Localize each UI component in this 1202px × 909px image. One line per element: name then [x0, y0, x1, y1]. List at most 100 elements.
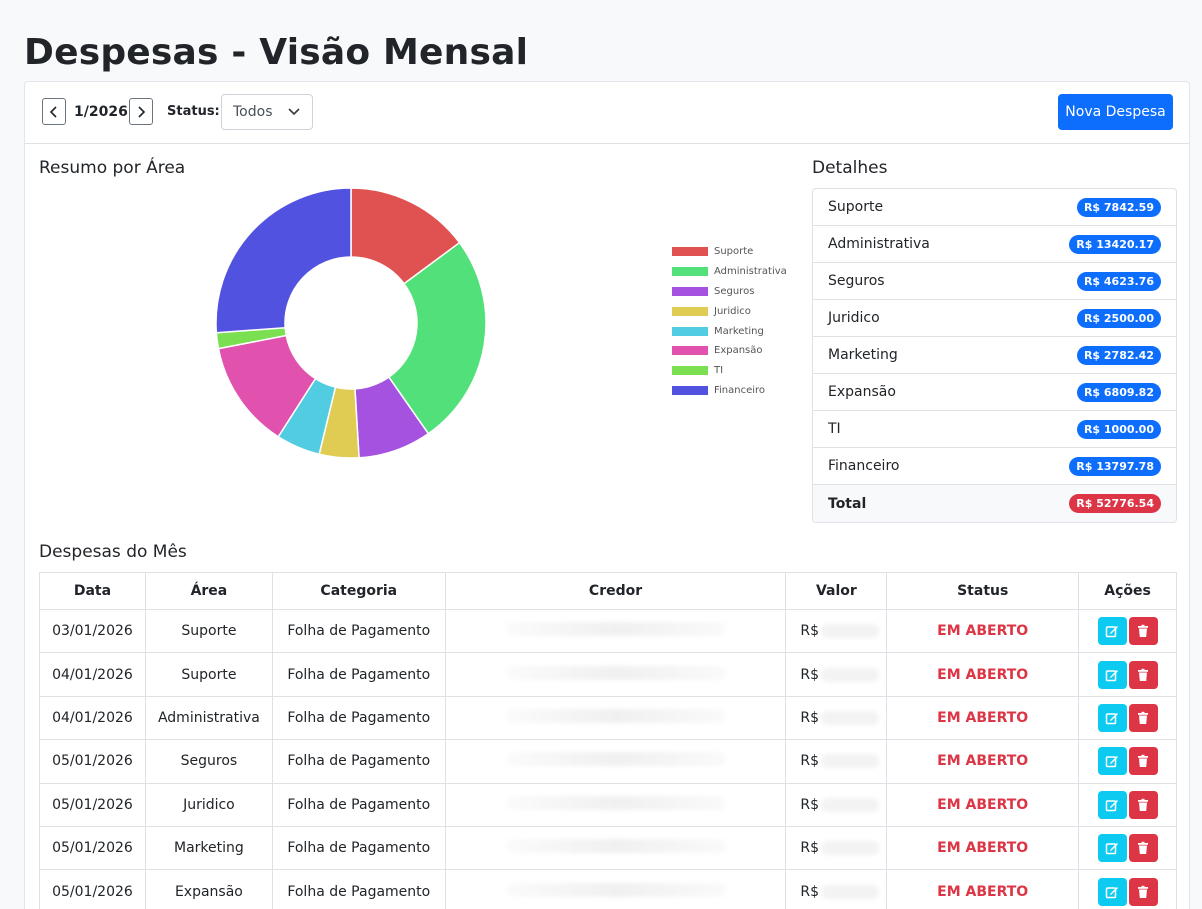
detail-row-administrativa: Administrativa R$ 13420.17 [813, 226, 1176, 263]
detail-row-expansao: Expansão R$ 6809.82 [813, 374, 1176, 411]
legend-item[interactable]: Administrativa [672, 262, 787, 282]
column-header-status[interactable]: Status [886, 572, 1080, 610]
redacted-credor [505, 752, 726, 767]
cell-status: EM ABERTO [886, 869, 1080, 909]
redacted-valor [821, 667, 880, 682]
cell-valor: R$ [785, 608, 888, 654]
legend-label: Financeiro [714, 384, 766, 396]
detail-value-badge: R$ 4623.76 [1076, 271, 1161, 291]
legend-item[interactable]: TI [672, 361, 787, 381]
details-list: Suporte R$ 7842.59 Administrativa R$ 134… [812, 188, 1177, 523]
delete-button[interactable] [1128, 660, 1158, 689]
month-label: 1/2026 [74, 104, 128, 120]
cell-data: 04/01/2026 [39, 695, 146, 741]
cell-area: Juridico [144, 782, 273, 827]
table-row: 05/01/2026 Marketing Folha de Pagamento R$ E… [39, 825, 1177, 871]
prev-month-button[interactable] [42, 98, 66, 125]
status-select[interactable]: Todos [221, 94, 313, 130]
cell-valor: R$ [785, 739, 888, 784]
next-month-button[interactable] [129, 98, 153, 125]
edit-button[interactable] [1097, 877, 1127, 906]
currency-label: R$ [800, 753, 820, 770]
delete-button[interactable] [1128, 790, 1158, 819]
legend-item[interactable]: Expansão [672, 341, 787, 361]
trash-icon [1138, 885, 1149, 898]
cell-status: EM ABERTO [886, 782, 1080, 827]
legend-label: Juridico [714, 305, 751, 317]
detail-label: Marketing [828, 347, 898, 363]
cell-area: Suporte [144, 608, 273, 654]
cell-credor [444, 825, 787, 871]
legend-item[interactable]: Suporte [672, 242, 787, 262]
currency-label: R$ [800, 709, 820, 726]
legend-item[interactable]: Juridico [672, 301, 787, 321]
legend-swatch [672, 247, 708, 257]
delete-button[interactable] [1128, 617, 1158, 646]
edit-icon [1105, 843, 1119, 855]
currency-label: R$ [800, 623, 820, 640]
detail-value-badge: R$ 13797.78 [1069, 456, 1161, 476]
total-value-badge: R$ 52776.54 [1069, 494, 1161, 513]
table-row: 05/01/2026 Seguros Folha de Pagamento R$ EM … [39, 739, 1177, 784]
cell-acoes [1078, 825, 1177, 871]
column-header-data[interactable]: Data [39, 572, 146, 610]
details-title: Detalhes [812, 158, 888, 178]
expenses-title: Despesas do Mês [39, 542, 187, 562]
currency-label: R$ [800, 883, 820, 900]
currency-label: R$ [800, 666, 820, 683]
trash-icon [1138, 841, 1149, 855]
detail-value-badge: R$ 6809.82 [1076, 382, 1161, 402]
legend-item[interactable]: Marketing [672, 321, 787, 341]
summary-title: Resumo por Área [39, 158, 186, 178]
legend-label: Administrativa [714, 266, 787, 278]
cell-credor [444, 782, 787, 827]
cell-area: Seguros [144, 739, 273, 784]
chevron-left-icon [49, 105, 57, 118]
cell-area: Administrativa [144, 695, 273, 741]
legend-label: Suporte [714, 246, 754, 258]
edit-button[interactable] [1097, 703, 1127, 732]
cell-categoria: Folha de Pagamento [271, 869, 446, 909]
edit-button[interactable] [1097, 747, 1127, 776]
delete-button[interactable] [1128, 703, 1158, 732]
column-header-acoes: Ações [1078, 572, 1177, 610]
column-header-categoria[interactable]: Categoria [271, 572, 446, 610]
status-filter-label: Status: [167, 104, 220, 119]
legend-item[interactable]: Financeiro [672, 381, 787, 401]
chart-legend: Suporte Administrativa Seguros Juridico Mark… [672, 242, 787, 400]
edit-button[interactable] [1097, 834, 1127, 863]
table-row: 03/01/2026 Suporte Folha de Pagamento R$ EM … [39, 608, 1177, 654]
edit-icon [1105, 712, 1119, 725]
new-expense-button[interactable]: Nova Despesa [1058, 94, 1173, 130]
cell-status: EM ABERTO [886, 652, 1080, 697]
detail-row-seguros: Seguros R$ 4623.76 [813, 263, 1176, 300]
detail-label: Administrativa [828, 236, 930, 252]
currency-label: R$ [800, 796, 820, 813]
delete-button[interactable] [1128, 877, 1158, 906]
delete-button[interactable] [1128, 747, 1158, 776]
delete-button[interactable] [1128, 834, 1158, 863]
table-row: 04/01/2026 Suporte Folha de Pagamento R$ EM … [39, 652, 1177, 697]
cell-status: EM ABERTO [886, 739, 1080, 784]
trash-icon [1138, 711, 1149, 724]
cell-categoria: Folha de Pagamento [271, 739, 446, 784]
detail-label: Financeiro [828, 458, 900, 474]
edit-button[interactable] [1097, 790, 1127, 819]
cell-data: 03/01/2026 [39, 608, 146, 654]
column-header-credor[interactable]: Credor [444, 572, 787, 610]
edit-button[interactable] [1097, 660, 1127, 689]
legend-item[interactable]: Seguros [672, 282, 787, 302]
currency-label: R$ [800, 840, 820, 857]
page-title: Despesas - Visão Mensal [24, 32, 529, 73]
column-header-valor[interactable]: Valor [785, 572, 888, 610]
column-header-area[interactable]: Área [144, 572, 273, 610]
table-header-row: Data Área Categoria Credor Valor Status … [39, 572, 1177, 610]
redacted-credor [505, 882, 726, 897]
legend-swatch [672, 306, 708, 316]
detail-row-financeiro: Financeiro R$ 13797.78 [813, 448, 1176, 485]
status-badge: EM ABERTO [937, 666, 1029, 683]
cell-categoria: Folha de Pagamento [271, 695, 446, 741]
cell-acoes [1078, 782, 1177, 827]
edit-button[interactable] [1097, 617, 1127, 646]
donut-slice-financeiro[interactable] [215, 187, 352, 334]
